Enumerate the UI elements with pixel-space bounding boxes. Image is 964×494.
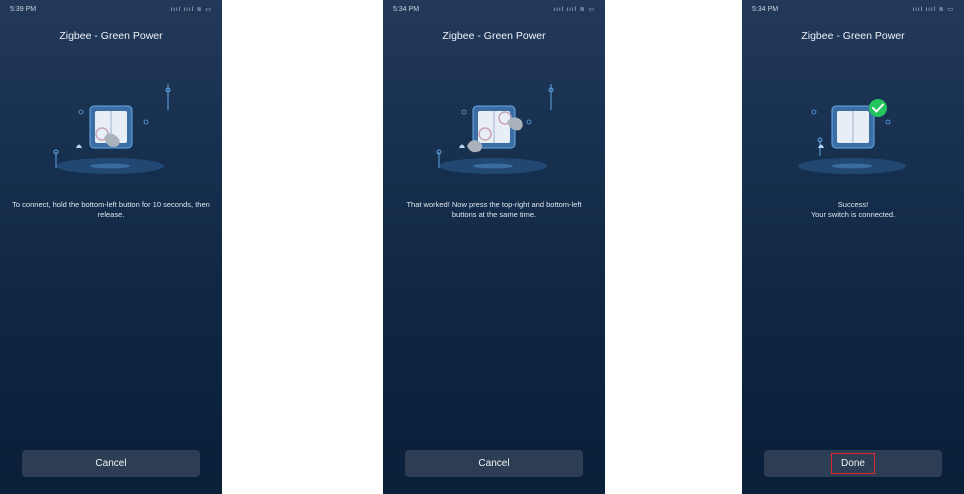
cancel-button[interactable]: Cancel	[405, 450, 583, 477]
status-icons: ıııl ıııl ≋ ▭	[170, 6, 212, 13]
status-bar: 5:39 PM ıııl ıııl ≋ ▭	[0, 0, 222, 18]
switch-press-two-buttons-icon	[436, 84, 554, 174]
status-bar: 5:34 PM ıııl ıııl ≋ ▭	[742, 0, 964, 18]
status-icons: ıııl ıııl ≋ ▭	[553, 6, 595, 13]
cancel-button[interactable]: Cancel	[22, 450, 200, 477]
phone-screen-2: 5:34 PM ıııl ıııl ≋ ▭ Zigbee - Green Pow…	[383, 0, 605, 494]
cancel-button-label: Cancel	[95, 458, 127, 469]
phone-screen-3: 5:34 PM ıııl ıııl ≋ ▭ Zigbee - Green Pow…	[742, 0, 964, 494]
switch-press-bottom-left-icon	[53, 84, 171, 174]
phone-screen-1: 5:39 PM ıııl ıııl ≋ ▭ Zigbee - Green Pow…	[0, 0, 222, 494]
done-button-label: Done	[831, 453, 875, 474]
cancel-button-label: Cancel	[478, 458, 510, 469]
status-time: 5:34 PM	[393, 5, 420, 13]
status-bar: 5:34 PM ıııl ıııl ≋ ▭	[383, 0, 605, 18]
instruction-text: To connect, hold the bottom-left button …	[12, 200, 210, 219]
switch-connected-check-icon	[798, 99, 906, 174]
status-icons: ıııl ıııl ≋ ▭	[912, 6, 954, 13]
done-button[interactable]: Done	[764, 450, 942, 477]
instruction-text: That worked! Now press the top-right and…	[406, 200, 582, 219]
page-title: Zigbee - Green Power	[442, 30, 546, 42]
success-text: Success! Your switch is connected.	[810, 200, 896, 219]
page-title: Zigbee - Green Power	[801, 30, 905, 42]
page-title: Zigbee - Green Power	[59, 30, 163, 42]
status-time: 5:34 PM	[752, 5, 779, 13]
status-time: 5:39 PM	[10, 5, 37, 13]
